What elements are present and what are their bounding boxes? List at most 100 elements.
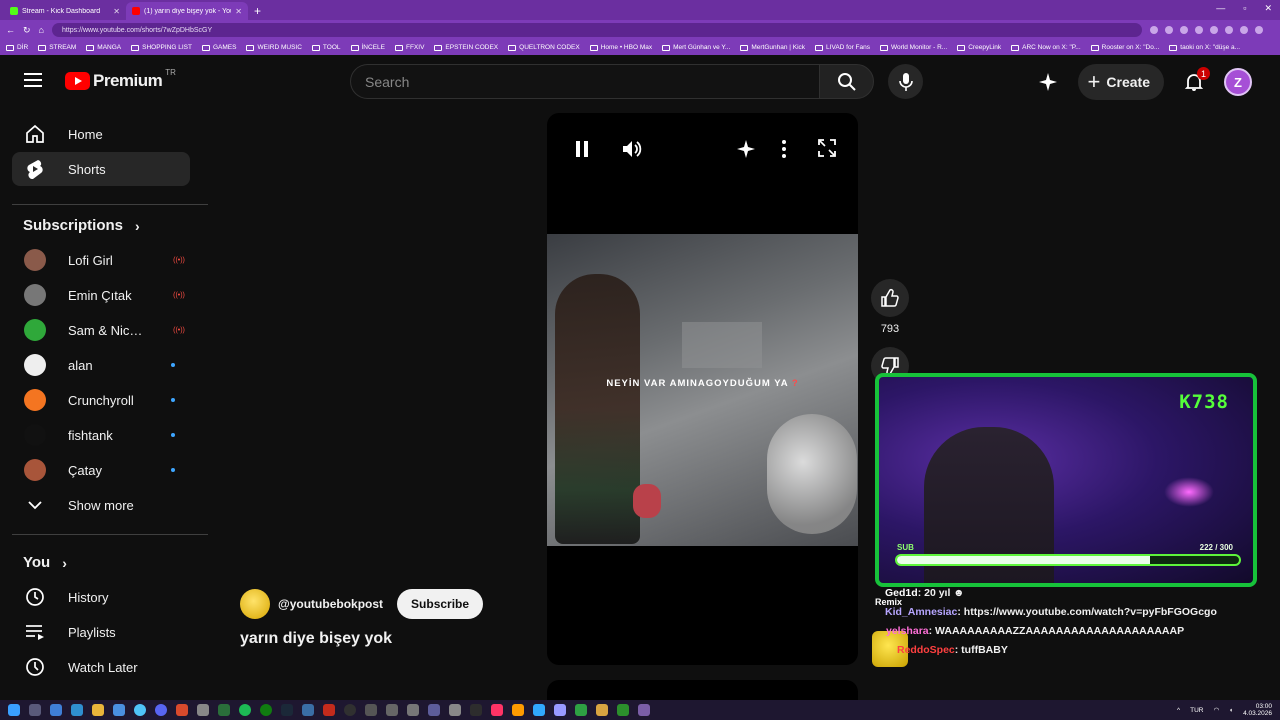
- taskbar-app-icon[interactable]: [50, 704, 62, 716]
- subscription-item[interactable]: Sam & Nick's Per... ((•)): [12, 313, 190, 347]
- more-options-icon[interactable]: [781, 139, 787, 159]
- taskbar-app-icon[interactable]: [575, 704, 587, 716]
- browser-tab-youtube[interactable]: (1) yarın diye bişey yok - YouT ✕: [126, 2, 248, 20]
- taskbar-app-icon[interactable]: [596, 704, 608, 716]
- taskbar-app-icon[interactable]: [113, 704, 125, 716]
- close-window-icon[interactable]: ✕: [1264, 3, 1272, 14]
- photoshop-icon[interactable]: [533, 704, 545, 716]
- account-avatar[interactable]: Z: [1224, 68, 1252, 96]
- bookmark-item[interactable]: DİR: [6, 44, 28, 51]
- bookmark-item[interactable]: İNCELE: [350, 44, 385, 51]
- bookmark-item[interactable]: MANGA: [86, 44, 121, 51]
- bookmark-item[interactable]: TOOL: [311, 44, 341, 51]
- chrome-icon[interactable]: [134, 704, 146, 716]
- sparkle-icon[interactable]: [736, 139, 756, 159]
- indesign-icon[interactable]: [491, 704, 503, 716]
- taskbar-app-icon[interactable]: [449, 704, 461, 716]
- wifi-icon[interactable]: ◠: [1213, 706, 1219, 714]
- illustrator-icon[interactable]: [512, 704, 524, 716]
- extension-icon[interactable]: [1239, 26, 1248, 34]
- steam-icon[interactable]: [281, 704, 293, 716]
- chevron-up-icon[interactable]: ^: [1177, 707, 1180, 714]
- notifications-button[interactable]: 1: [1176, 64, 1212, 100]
- browser-tab-kick[interactable]: Stream - Kick Dashboard ✕: [4, 2, 126, 20]
- taskbar-app-icon[interactable]: [323, 704, 335, 716]
- subscription-item[interactable]: fishtank: [12, 418, 190, 452]
- extension-icon[interactable]: [1254, 26, 1263, 34]
- bookmark-item[interactable]: Home • HBO Max: [589, 44, 652, 51]
- subscription-item[interactable]: Lofi Girl ((•)): [12, 243, 190, 277]
- taskbar-app-icon[interactable]: [407, 704, 419, 716]
- bookmark-item[interactable]: ARC Now on X: "P...: [1011, 44, 1081, 51]
- back-icon[interactable]: ←: [6, 25, 15, 35]
- subscription-item[interactable]: Emin Çıtak ((•)): [12, 278, 190, 312]
- bookmark-item[interactable]: WEIRD MUSIC: [246, 44, 302, 51]
- sidebar-item-home[interactable]: Home: [12, 117, 190, 151]
- channel-avatar[interactable]: [240, 589, 270, 619]
- taskbar-app-icon[interactable]: [428, 704, 440, 716]
- file-explorer-icon[interactable]: [92, 704, 104, 716]
- bookmark-item[interactable]: Rooster on X: "Do...: [1090, 44, 1159, 51]
- extension-icon[interactable]: [1149, 26, 1158, 34]
- bookmark-item[interactable]: SHOPPING LIST: [131, 44, 192, 51]
- reload-icon[interactable]: ↻: [23, 25, 31, 36]
- pause-icon[interactable]: [574, 140, 590, 158]
- taskbar-app-icon[interactable]: [638, 704, 650, 716]
- next-short-preview[interactable]: [547, 680, 858, 700]
- menu-icon[interactable]: [24, 73, 42, 87]
- bookmark-item[interactable]: Mert Günhan ve Y...: [662, 44, 730, 51]
- close-tab-icon[interactable]: ✕: [113, 7, 120, 16]
- taskbar-app-icon[interactable]: [71, 704, 83, 716]
- bookmark-item[interactable]: STREAM: [38, 44, 76, 51]
- bookmark-item[interactable]: World Monitor - R...: [880, 44, 947, 51]
- subscription-item[interactable]: Çatay: [12, 453, 190, 487]
- like-button[interactable]: [871, 279, 909, 317]
- bookmark-item[interactable]: FFXIV: [394, 44, 424, 51]
- taskbar-app-icon[interactable]: [470, 704, 482, 716]
- voice-search-button[interactable]: [888, 64, 923, 99]
- extension-icon[interactable]: [1224, 26, 1233, 34]
- sidebar-item-watch-later[interactable]: Watch Later: [12, 650, 190, 684]
- video-frame[interactable]: NEYİN VAR AMINAGOYDUĞUM YA ?: [547, 234, 858, 546]
- windows-start-icon[interactable]: [8, 704, 20, 716]
- create-button[interactable]: + Create: [1077, 64, 1164, 100]
- you-heading[interactable]: You ›: [23, 554, 67, 571]
- subscription-item[interactable]: alan: [12, 348, 190, 382]
- subscriptions-heading[interactable]: Subscriptions ›: [23, 217, 140, 234]
- volume-icon[interactable]: [621, 138, 643, 160]
- fullscreen-icon[interactable]: [818, 139, 836, 157]
- close-tab-icon[interactable]: ✕: [235, 7, 242, 16]
- extension-icon[interactable]: [1179, 26, 1188, 34]
- search-input[interactable]: Search: [350, 64, 819, 99]
- channel-name[interactable]: @youtubebokpost: [278, 597, 383, 611]
- bookmark-item[interactable]: QUELTRON CODEX: [508, 44, 580, 51]
- url-field[interactable]: https://www.youtube.com/shorts/7wZpDHbSc…: [51, 23, 1142, 37]
- home-browser-icon[interactable]: ⌂: [39, 25, 44, 35]
- bookmark-item[interactable]: EPSTEIN CODEX: [434, 44, 498, 51]
- minimize-icon[interactable]: —: [1216, 3, 1225, 14]
- taskbar-app-icon[interactable]: [617, 704, 629, 716]
- extension-icon[interactable]: [1164, 26, 1173, 34]
- bookmark-item[interactable]: GAMES: [202, 44, 236, 51]
- discord-icon[interactable]: [155, 704, 167, 716]
- taskbar-app-icon[interactable]: [29, 704, 41, 716]
- search-button[interactable]: [819, 64, 874, 99]
- show-more-button[interactable]: Show more: [12, 488, 190, 522]
- subscription-item[interactable]: Crunchyroll: [12, 383, 190, 417]
- bookmark-item[interactable]: CreepyLink: [957, 44, 1001, 51]
- sidebar-item-shorts[interactable]: Shorts: [12, 152, 190, 186]
- taskbar-app-icon[interactable]: [197, 704, 209, 716]
- shorts-player[interactable]: NEYİN VAR AMINAGOYDUĞUM YA ?: [547, 113, 858, 665]
- bookmark-item[interactable]: taoki on X: "düşe a...: [1169, 44, 1240, 51]
- taskbar-app-icon[interactable]: [218, 704, 230, 716]
- extension-icon[interactable]: [1209, 26, 1218, 34]
- taskbar-app-icon[interactable]: [302, 704, 314, 716]
- spotify-icon[interactable]: [239, 704, 251, 716]
- sidebar-item-history[interactable]: History: [12, 580, 190, 614]
- taskbar-app-icon[interactable]: [386, 704, 398, 716]
- new-tab-button[interactable]: +: [254, 2, 261, 20]
- bookmark-item[interactable]: MertGunhan | Kick: [740, 44, 805, 51]
- taskbar-app-icon[interactable]: [176, 704, 188, 716]
- language-indicator[interactable]: TUR: [1190, 707, 1203, 714]
- sidebar-item-playlists[interactable]: Playlists: [12, 615, 190, 649]
